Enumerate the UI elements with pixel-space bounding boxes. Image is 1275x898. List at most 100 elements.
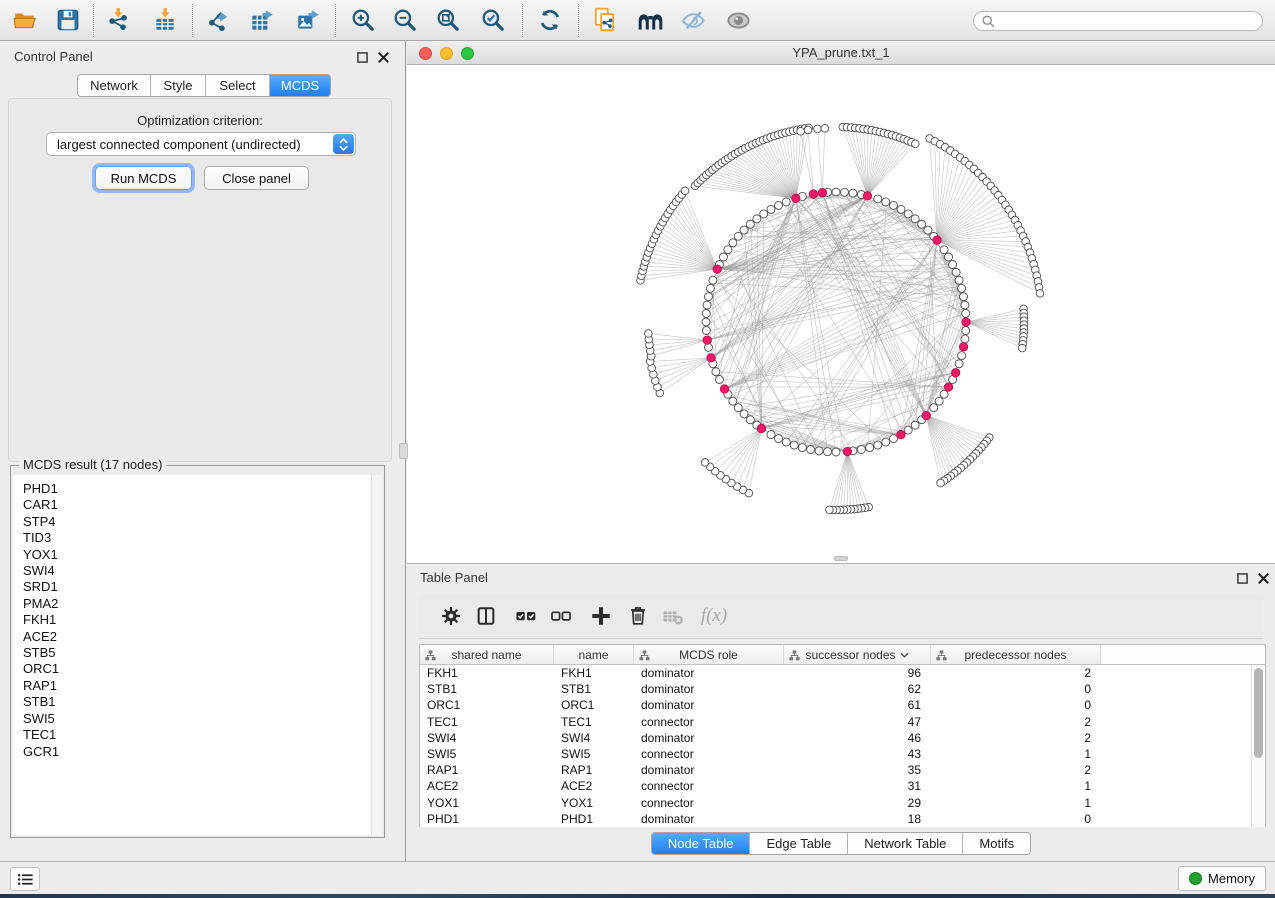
mcds-result-item[interactable]: ACE2 [23,629,371,645]
delete-column-trash-icon[interactable] [624,602,652,630]
column-header-successor-nodes[interactable]: successor nodes [784,645,931,665]
apply-layout-icon[interactable] [535,5,565,35]
graph-node[interactable] [740,226,748,234]
graph-satellite-node[interactable] [912,140,920,148]
graph-satellite-node[interactable] [797,127,805,135]
graph-node[interactable] [911,215,919,223]
search-field[interactable] [973,11,1263,31]
graph-node[interactable] [924,226,932,234]
memory-button[interactable]: Memory [1178,866,1266,891]
graph-edge[interactable] [650,340,707,351]
graph-node[interactable] [729,397,737,405]
graph-node[interactable] [889,435,897,443]
table-row[interactable]: SWI5SWI5connector431 [420,746,1265,762]
graph-hub-node[interactable] [757,424,765,432]
graph-node[interactable] [955,276,963,284]
graph-node[interactable] [945,253,953,261]
mcds-list-scrollbar[interactable] [371,475,382,835]
graph-satellite-node[interactable] [937,479,945,487]
graph-node[interactable] [775,435,783,443]
graph-hub-node[interactable] [843,447,851,455]
search-input[interactable] [996,14,1246,28]
graph-satellite-node[interactable] [681,187,689,195]
graph-edge[interactable] [725,265,953,389]
tab-edge-table[interactable]: Edge Table [750,833,848,854]
graph-node[interactable] [706,284,714,292]
graph-node[interactable] [940,390,948,398]
tab-select[interactable]: Select [206,75,270,96]
graph-node[interactable] [882,198,890,206]
graph-satellite-node[interactable] [1018,344,1026,352]
mcds-result-item[interactable]: SWI5 [23,711,371,727]
graph-edge[interactable] [725,297,964,389]
run-mcds-button[interactable]: Run MCDS [95,166,192,190]
deselect-all-rows-icon[interactable] [547,602,575,630]
column-header-predecessor-nodes[interactable]: predecessor nodes [931,645,1101,665]
mcds-result-item[interactable]: SWI4 [23,563,371,579]
graph-node[interactable] [904,210,912,218]
graph-satellite-node[interactable] [701,459,709,467]
table-row[interactable]: ORC1ORC1dominator610 [420,697,1265,713]
mcds-result-item[interactable]: FKH1 [23,612,371,628]
graph-edge[interactable] [808,130,813,194]
graph-node[interactable] [897,205,905,213]
graph-node[interactable] [960,293,968,301]
graph-hub-node[interactable] [818,189,826,197]
mcds-result-item[interactable]: STB5 [23,645,371,661]
graph-edge[interactable] [728,158,796,198]
table-row[interactable]: FKH1FKH1dominator962 [420,665,1265,681]
table-row[interactable]: YOX1YOX1connector291 [420,795,1265,811]
graph-edge[interactable] [720,428,761,475]
tab-network[interactable]: Network [78,75,151,96]
save-session-icon[interactable] [53,5,83,35]
graph-node[interactable] [753,215,761,223]
column-header-mcds-role[interactable]: MCDS role [634,645,784,665]
graph-edge[interactable] [663,222,718,269]
graph-node[interactable] [734,404,742,412]
table-row[interactable]: STB1STB1dominator620 [420,681,1265,697]
graph-node[interactable] [798,444,806,452]
graph-hub-node[interactable] [959,343,967,351]
graph-edge[interactable] [926,416,970,460]
graph-node[interactable] [815,447,823,455]
graph-edge[interactable] [833,452,847,510]
graph-hub-node[interactable] [720,385,728,393]
float-panel-icon[interactable] [355,50,370,65]
mcds-result-item[interactable]: YOX1 [23,547,371,563]
hide-selected-icon[interactable] [678,5,708,35]
mcds-result-item[interactable]: PMA2 [23,596,371,612]
mcds-result-item[interactable]: TID3 [23,530,371,546]
graph-edge[interactable] [926,416,954,474]
graph-edge[interactable] [729,301,964,395]
graph-node[interactable] [962,327,970,335]
criterion-dropdown[interactable]: largest connected component (undirected) [46,132,356,156]
graph-node[interactable] [958,284,966,292]
close-panel-icon[interactable] [376,50,391,65]
graph-node[interactable] [866,444,874,452]
mcds-result-item[interactable]: STB1 [23,694,371,710]
graph-edge[interactable] [926,416,940,484]
graph-node[interactable] [746,220,754,228]
graph-node[interactable] [930,404,938,412]
mcds-result-item[interactable]: SRD1 [23,579,371,595]
graph-hub-node[interactable] [962,318,970,326]
graph-node[interactable] [911,421,919,429]
network-canvas[interactable] [407,65,1275,563]
close-table-panel-icon[interactable] [1256,571,1271,586]
graph-node[interactable] [961,335,969,343]
graph-hub-node[interactable] [863,192,871,200]
graph-node[interactable] [874,195,882,203]
mcds-result-item[interactable]: ORC1 [23,661,371,677]
tab-motifs[interactable]: Motifs [963,833,1030,854]
graph-node[interactable] [874,441,882,449]
graph-satellite-node[interactable] [645,330,653,338]
export-network-icon[interactable] [203,5,233,35]
graph-satellite-node[interactable] [1036,290,1044,298]
graph-satellite-node[interactable] [814,125,822,133]
graph-node[interactable] [709,276,717,284]
float-table-panel-icon[interactable] [1235,571,1250,586]
graph-edge[interactable] [926,416,960,468]
graph-satellite-node[interactable] [821,125,829,133]
graph-hub-node[interactable] [792,194,800,202]
graph-node[interactable] [740,410,748,418]
